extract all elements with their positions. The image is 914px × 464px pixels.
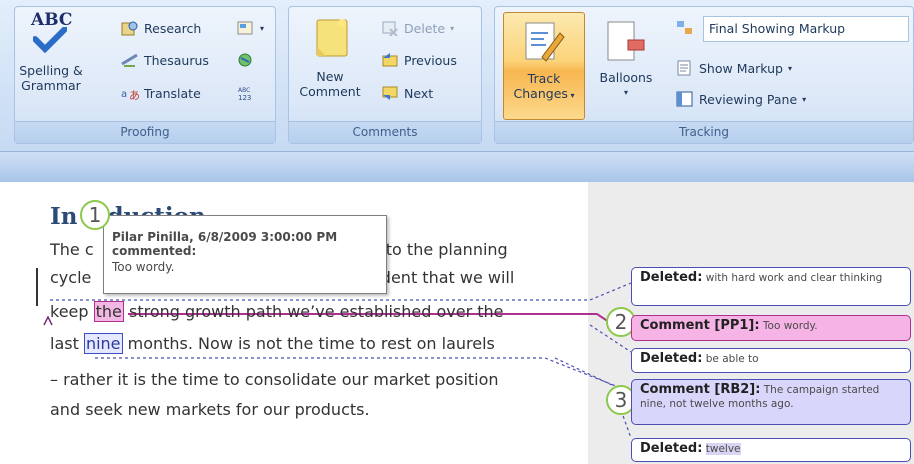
body-line-6: and seek new markets for our products. [50,400,370,419]
change-bar [36,268,38,306]
deleted-balloon-3[interactable]: Deleted: twelve [631,438,911,462]
comment-balloon-pp1[interactable]: Comment [PP1]: Too wordy. [631,315,911,341]
marked-word-the[interactable]: the [93,301,124,322]
tooltip-author: Pilar Pinilla, 6/8/2009 3:00:00 PM [112,230,338,244]
tooltip-comment-text: Too wordy. [112,260,175,274]
comment-tooltip: Pilar Pinilla, 6/8/2009 3:00:00 PM comme… [103,215,387,294]
marked-word-nine[interactable]: nine [83,333,123,354]
body-line-4: last nine months. Now is not the time to… [50,333,495,354]
deleted-balloon-1[interactable]: Deleted: with hard work and clear thinki… [631,267,911,306]
body-line-3: keep the strong growth path we’ve establ… [50,301,504,322]
callout-marker-1: 1 [80,200,110,230]
tooltip-action: commented: [112,244,197,258]
comment-balloon-rb2[interactable]: Comment [RB2]: The campaign started nine… [631,379,911,425]
body-line-5: – rather it is the time to consolidate o… [50,370,499,389]
deleted-balloon-2[interactable]: Deleted: be able to [631,348,911,373]
